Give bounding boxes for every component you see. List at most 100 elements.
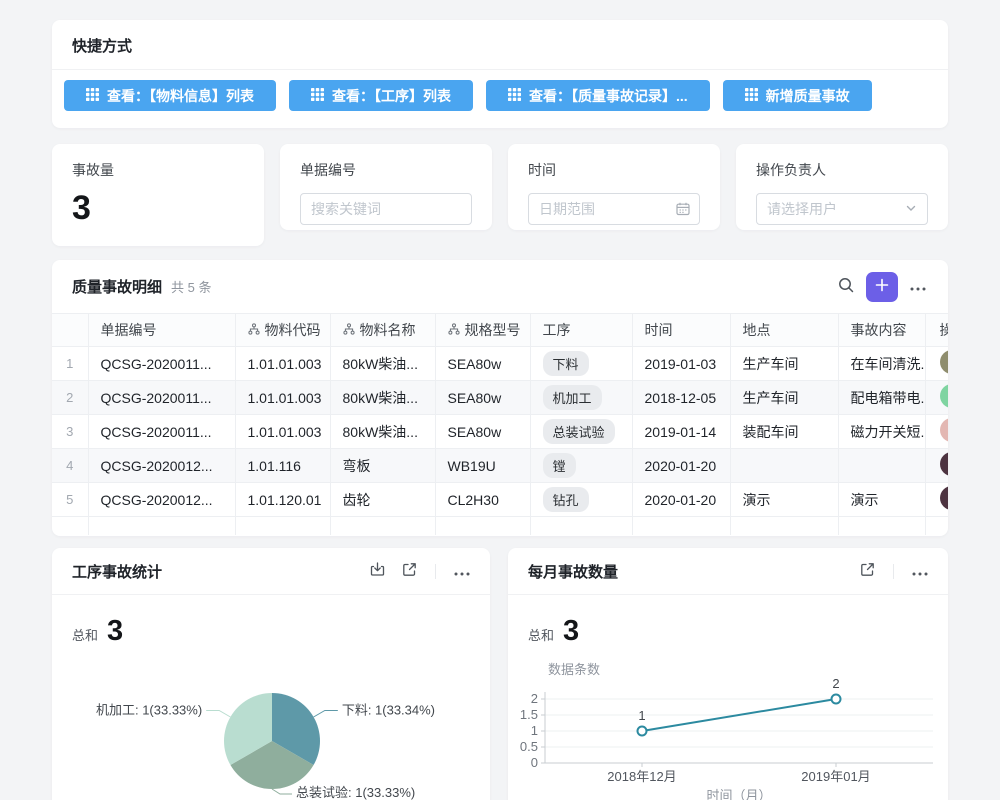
divider bbox=[435, 564, 436, 579]
record-count: 共 5 条 bbox=[171, 277, 211, 296]
incident-count-card: 事故量 3 bbox=[52, 144, 264, 246]
svg-text:2018年12月: 2018年12月 bbox=[607, 769, 676, 784]
svg-text:总装试验: 1(33.33%): 总装试验: 1(33.33%) bbox=[296, 785, 415, 800]
operator-filter-card: 操作负责人 请选择用户 bbox=[736, 144, 948, 230]
process-tag: 钻孔 bbox=[543, 487, 589, 512]
doc-number-filter-card: 单据编号 bbox=[280, 144, 492, 230]
svg-text:机加工: 1(33.33%): 机加工: 1(33.33%) bbox=[96, 703, 202, 718]
svg-text:0.5: 0.5 bbox=[520, 739, 538, 754]
avatar bbox=[940, 350, 949, 374]
column-header[interactable]: 时间 bbox=[632, 314, 730, 347]
row-number-header bbox=[52, 314, 88, 347]
download-button[interactable] bbox=[363, 557, 391, 585]
shortcut-button-incident-records[interactable]: 查看：【质量事故记录】... bbox=[486, 80, 710, 111]
shortcut-button-label: 查看：【物料信息】列表 bbox=[107, 86, 254, 106]
table-row[interactable]: 4 QCSG-2020012... 1.01.116 弯板 WB19U 镗 20… bbox=[52, 449, 948, 483]
process-tag: 下料 bbox=[543, 351, 589, 376]
incident-table: 单据编号 物料代码 物料名称 规格型号 工序 时间 地点 事故内容 操作负责人 … bbox=[52, 313, 948, 535]
avatar bbox=[940, 452, 949, 476]
grid-icon bbox=[311, 88, 324, 104]
more-icon bbox=[912, 564, 928, 579]
svg-text:0: 0 bbox=[531, 755, 538, 770]
more-icon bbox=[910, 279, 926, 294]
shortcuts-title: 快捷方式 bbox=[52, 20, 948, 70]
column-header[interactable]: 物料名称 bbox=[330, 314, 435, 347]
svg-text:时间（月）: 时间（月） bbox=[706, 788, 771, 800]
line-total-label: 总和 bbox=[528, 625, 554, 644]
process-tag: 机加工 bbox=[543, 385, 602, 410]
relation-icon bbox=[448, 322, 460, 338]
svg-text:1: 1 bbox=[638, 708, 645, 723]
monthly-line-chart: 00.511.52数据条数2018年12月2019年01月时间（月）12 bbox=[508, 648, 948, 800]
time-filter-label: 时间 bbox=[528, 160, 700, 180]
column-header[interactable]: 规格型号 bbox=[435, 314, 530, 347]
svg-text:下料: 1(33.34%): 下料: 1(33.34%) bbox=[342, 703, 435, 718]
table-row[interactable]: 2 QCSG-2020011... 1.01.01.003 80kW柴油... … bbox=[52, 381, 948, 415]
shortcut-button-new-incident[interactable]: 新增质量事故 bbox=[723, 80, 872, 111]
more-icon bbox=[454, 564, 470, 579]
column-header[interactable]: 物料代码 bbox=[235, 314, 330, 347]
monthly-incident-card: 每月事故数量 总和 3 00.511.52数据条数2018年12月2019年01… bbox=[508, 548, 948, 800]
svg-text:1.5: 1.5 bbox=[520, 707, 538, 722]
avatar bbox=[940, 418, 949, 442]
table-row[interactable]: 3 QCSG-2020011... 1.01.01.003 80kW柴油... … bbox=[52, 415, 948, 449]
open-in-new-icon bbox=[401, 561, 418, 581]
relation-icon bbox=[248, 322, 260, 338]
avatar bbox=[940, 384, 949, 408]
more-button[interactable] bbox=[906, 557, 934, 585]
open-in-new-icon bbox=[859, 561, 876, 581]
table-empty-row bbox=[52, 517, 948, 536]
open-in-new-button[interactable] bbox=[395, 557, 423, 585]
add-record-button[interactable] bbox=[866, 272, 898, 302]
more-button[interactable] bbox=[904, 273, 932, 301]
divider bbox=[893, 564, 894, 579]
search-icon bbox=[837, 276, 855, 297]
incident-count-value: 3 bbox=[72, 189, 244, 228]
grid-icon bbox=[86, 88, 99, 104]
pie-total-value: 3 bbox=[107, 615, 123, 648]
grid-icon bbox=[508, 88, 521, 104]
process-incident-stats-card: 工序事故统计 总和 3 下料: 1(33.34%)总装试验: 1(33 bbox=[52, 548, 490, 800]
svg-text:数据条数: 数据条数 bbox=[548, 662, 600, 677]
shortcut-button-label: 新增质量事故 bbox=[766, 86, 850, 106]
svg-text:1: 1 bbox=[531, 723, 538, 738]
incident-detail-card: 质量事故明细 共 5 条 bbox=[52, 260, 948, 536]
open-in-new-button[interactable] bbox=[853, 557, 881, 585]
shortcut-button-material-list[interactable]: 查看：【物料信息】列表 bbox=[64, 80, 276, 111]
table-row[interactable]: 5 QCSG-2020012... 1.01.120.01 齿轮 CL2H30 … bbox=[52, 483, 948, 517]
process-tag: 镗 bbox=[543, 453, 576, 478]
chevron-down-icon bbox=[905, 201, 917, 217]
doc-number-label: 单据编号 bbox=[300, 160, 472, 180]
operator-filter-label: 操作负责人 bbox=[756, 160, 928, 180]
column-header[interactable]: 事故内容 bbox=[838, 314, 925, 347]
plus-icon bbox=[875, 278, 889, 295]
line-card-title: 每月事故数量 bbox=[528, 561, 618, 582]
incident-count-label: 事故量 bbox=[72, 160, 244, 180]
shortcut-button-label: 查看：【质量事故记录】... bbox=[529, 86, 688, 106]
table-card-title: 质量事故明细 bbox=[72, 276, 162, 297]
column-header[interactable]: 操作负责人 bbox=[925, 314, 948, 347]
process-pie-chart: 下料: 1(33.34%) 总装试验: 1(33.33%) 机加工: 1(33.33… bbox=[52, 688, 490, 800]
shortcuts-card: 快捷方式 查看：【物料信息】列表 查看：【工序】列表 查看：【质量事故记录】..… bbox=[52, 20, 948, 128]
column-header[interactable]: 地点 bbox=[730, 314, 838, 347]
time-filter-card: 时间 bbox=[508, 144, 720, 230]
shortcut-button-process-list[interactable]: 查看：【工序】列表 bbox=[289, 80, 473, 111]
avatar bbox=[940, 486, 949, 510]
pie-total-label: 总和 bbox=[72, 625, 98, 644]
more-button[interactable] bbox=[448, 557, 476, 585]
shortcut-button-label: 查看：【工序】列表 bbox=[332, 86, 451, 106]
operator-select-placeholder: 请选择用户 bbox=[767, 199, 837, 219]
relation-icon bbox=[343, 322, 355, 338]
process-tag: 总装试验 bbox=[543, 419, 615, 444]
svg-text:2019年01月: 2019年01月 bbox=[801, 769, 870, 784]
column-header[interactable]: 工序 bbox=[530, 314, 632, 347]
svg-text:2: 2 bbox=[531, 691, 538, 706]
table-row[interactable]: 1 QCSG-2020011... 1.01.01.003 80kW柴油... … bbox=[52, 347, 948, 381]
doc-number-search-input[interactable] bbox=[300, 193, 472, 225]
calendar-icon[interactable] bbox=[675, 201, 691, 222]
search-button[interactable] bbox=[832, 273, 860, 301]
grid-icon bbox=[745, 88, 758, 104]
column-header[interactable]: 单据编号 bbox=[88, 314, 235, 347]
download-icon bbox=[369, 561, 386, 581]
operator-select[interactable]: 请选择用户 bbox=[756, 193, 928, 225]
